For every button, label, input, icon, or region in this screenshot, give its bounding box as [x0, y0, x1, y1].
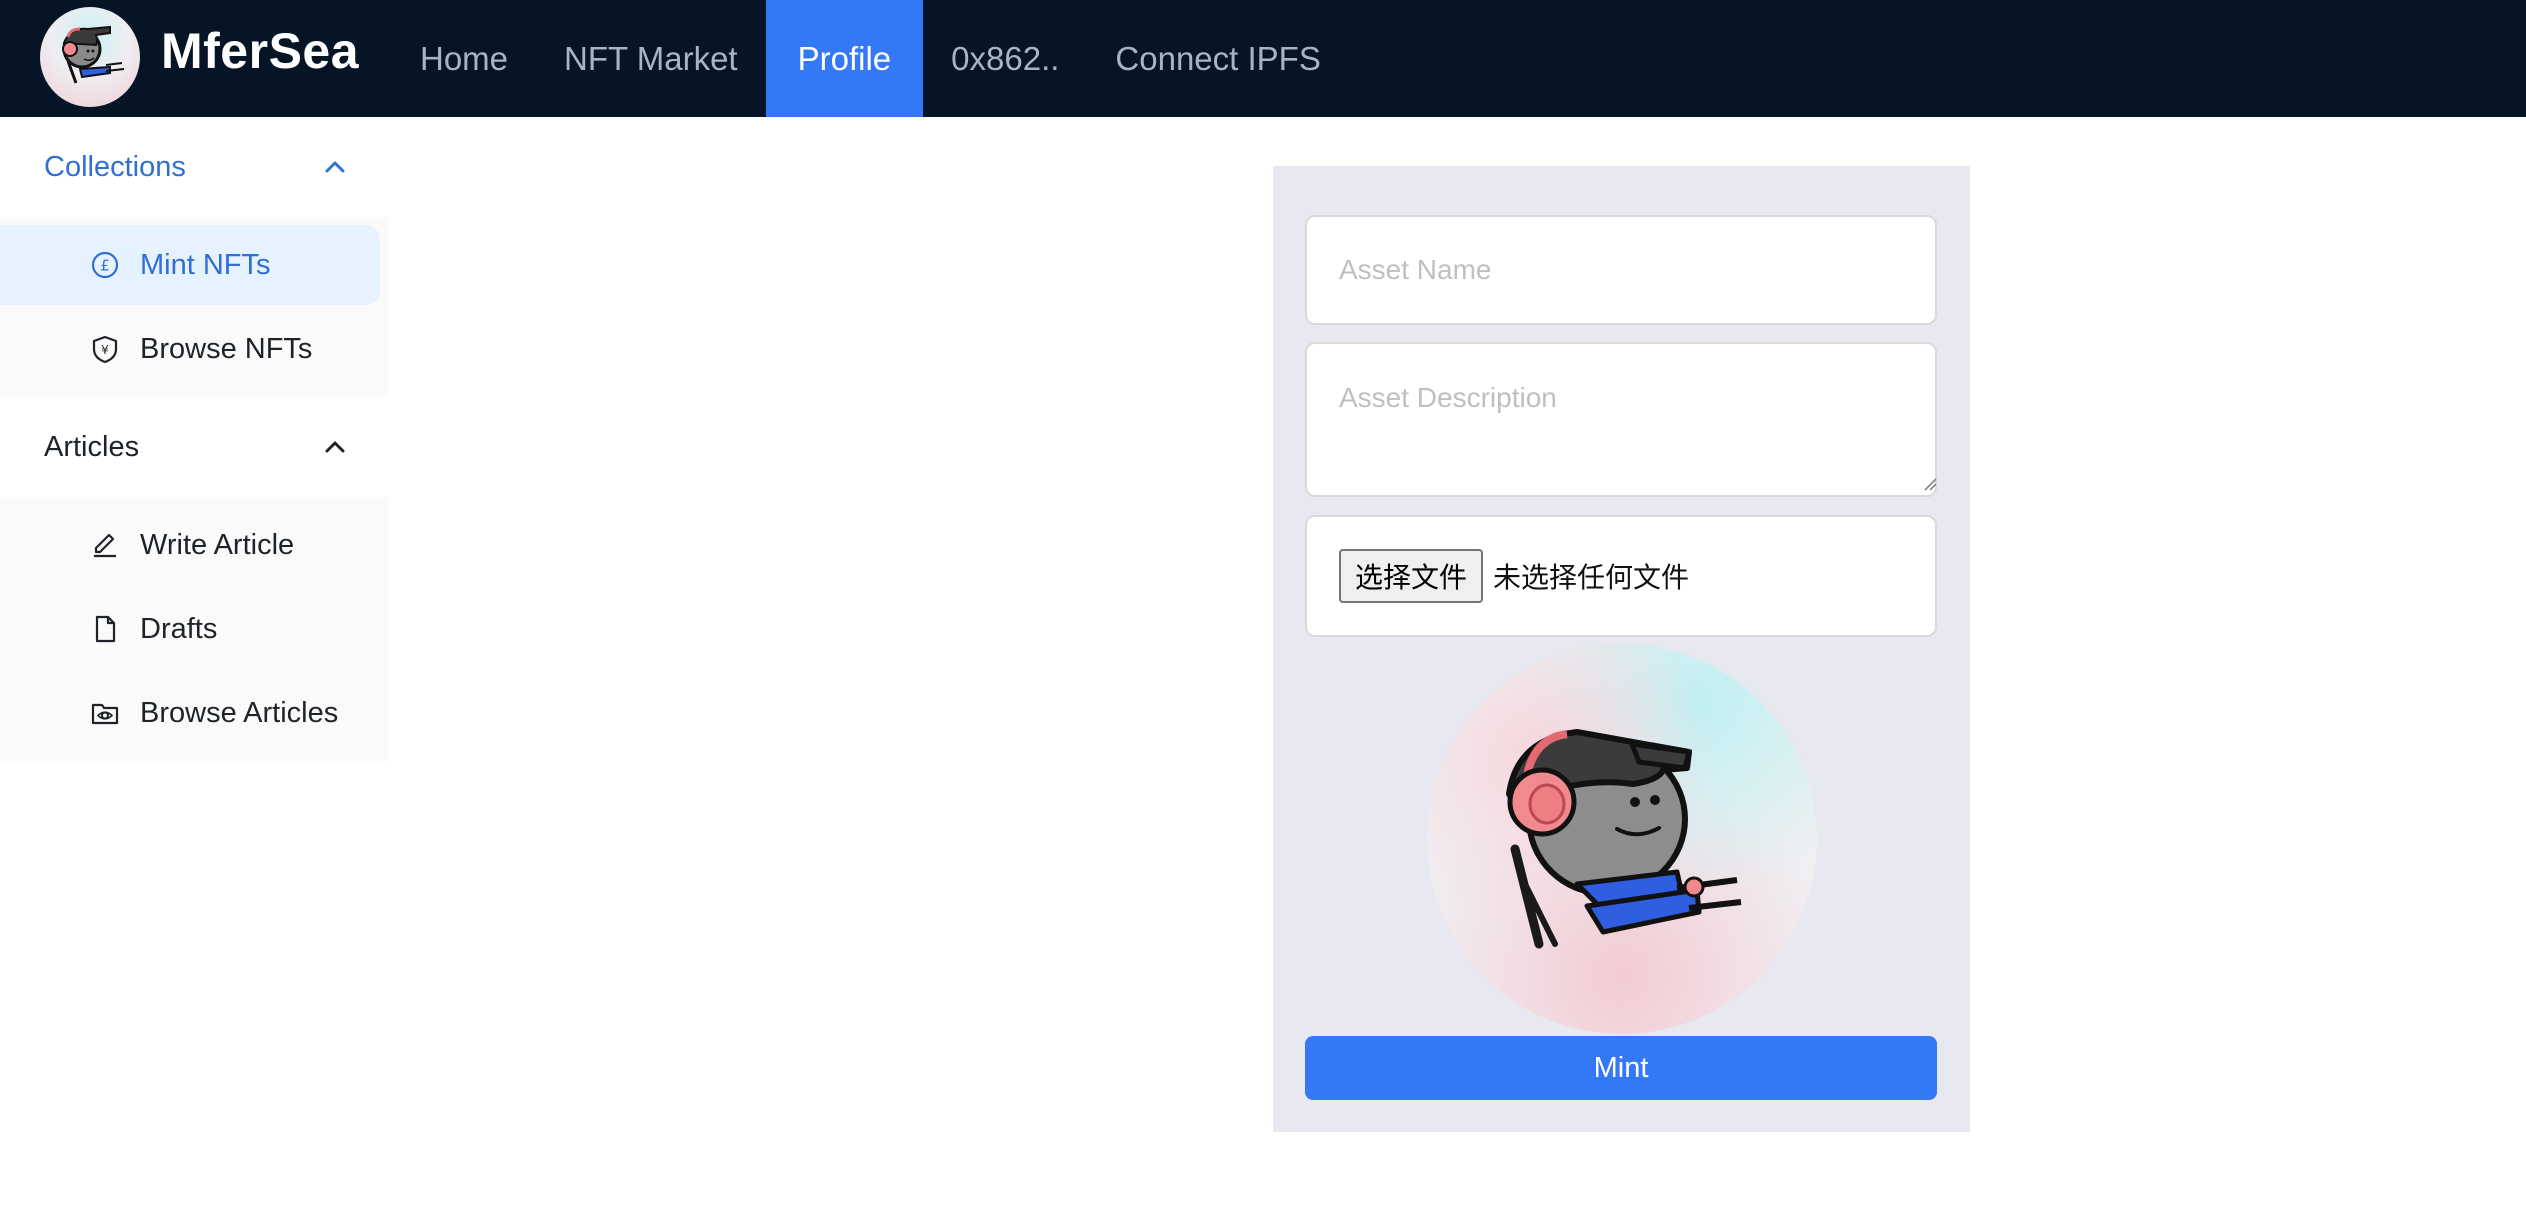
asset-name-input[interactable] — [1305, 215, 1937, 325]
sidebar-group-title: Articles — [44, 430, 140, 463]
nav-profile[interactable]: Profile — [765, 0, 924, 117]
resize-handle-icon[interactable] — [1923, 477, 1937, 491]
sidebar-item-label: Write Article — [140, 528, 295, 561]
pencil-icon — [90, 530, 120, 560]
svg-text:£: £ — [100, 257, 110, 275]
sidebar-item-mint-nfts[interactable]: £ Mint NFTs — [0, 225, 380, 305]
nav-nft-market[interactable]: NFT Market — [536, 0, 766, 117]
asset-description-input[interactable] — [1305, 342, 1937, 497]
sidebar-group-title: Collections — [44, 150, 186, 183]
sidebar-group-collections[interactable]: Collections — [0, 117, 388, 217]
nav-nft-market-label: NFT Market — [564, 39, 738, 77]
nav-profile-label: Profile — [797, 39, 892, 77]
pound-circle-icon: £ — [90, 250, 120, 280]
sidebar-menu: Collections £ Mint NFTs ¥ Browse NFTs Ar… — [0, 117, 388, 761]
choose-file-button[interactable]: 选择文件 — [1339, 549, 1484, 603]
mint-button[interactable]: Mint — [1305, 1036, 1937, 1100]
sidebar-item-browse-articles[interactable]: Browse Articles — [0, 673, 380, 753]
sidebar-item-drafts[interactable]: Drafts — [0, 589, 380, 669]
top-navbar: MferSea Home NFT Market Profile 0x862.. … — [0, 0, 2526, 117]
brand-logo[interactable] — [40, 7, 140, 107]
brand-name[interactable]: MferSea — [161, 22, 359, 80]
chevron-up-icon — [325, 161, 345, 173]
sidebar-item-write-article[interactable]: Write Article — [0, 505, 380, 585]
sidebar-group-body: Write Article Drafts Browse Articles — [0, 497, 388, 761]
file-upload-field: 选择文件 未选择任何文件 — [1305, 515, 1937, 637]
nav-home-label: Home — [420, 39, 509, 77]
file-status-text: 未选择任何文件 — [1493, 562, 1690, 593]
sidebar-item-label: Browse Articles — [140, 696, 339, 729]
nav-home[interactable]: Home — [392, 0, 536, 117]
mfer-nft-preview — [1506, 729, 1742, 949]
yen-shield-icon: ¥ — [90, 334, 120, 364]
nav-wallet-address[interactable]: 0x862.. — [923, 0, 1087, 117]
svg-text:¥: ¥ — [101, 343, 109, 357]
nav-wallet-address-label: 0x862.. — [951, 39, 1060, 77]
file-icon — [90, 614, 120, 644]
mint-form-panel: 选择文件 未选择任何文件 — [1273, 166, 1970, 1132]
mfer-avatar-icon — [62, 25, 125, 84]
sidebar-group-articles[interactable]: Articles — [0, 397, 388, 497]
folder-view-icon — [90, 698, 120, 728]
nav-connect-ipfs-label: Connect IPFS — [1115, 39, 1321, 77]
sidebar-group-body: £ Mint NFTs ¥ Browse NFTs — [0, 217, 388, 397]
chevron-up-icon — [325, 441, 345, 453]
sidebar-item-label: Drafts — [140, 612, 218, 645]
sidebar-item-label: Mint NFTs — [140, 248, 271, 281]
main-nav: Home NFT Market Profile 0x862.. Connect … — [392, 0, 1349, 117]
sidebar-item-browse-nfts[interactable]: ¥ Browse NFTs — [0, 309, 380, 389]
nft-image-preview — [1427, 644, 1817, 1034]
nav-connect-ipfs[interactable]: Connect IPFS — [1087, 0, 1348, 117]
sidebar-item-label: Browse NFTs — [140, 332, 313, 365]
